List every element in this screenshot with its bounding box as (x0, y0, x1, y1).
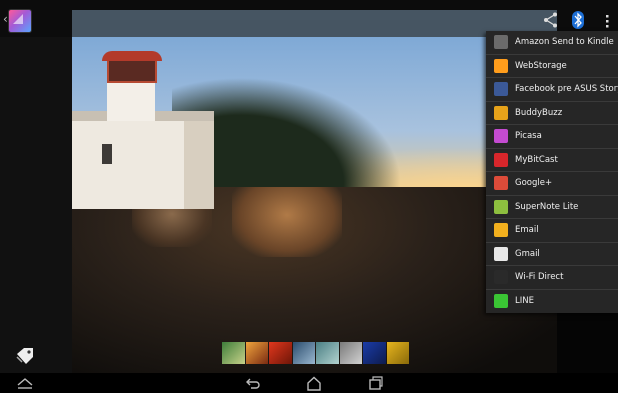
share-menu-item-label: Facebook pre ASUS Story (515, 84, 618, 95)
share-menu-item[interactable]: Gmail (486, 243, 618, 266)
back-icon[interactable] (245, 376, 261, 390)
gallery-app-icon[interactable] (9, 10, 31, 32)
lighthouse-cap (102, 51, 162, 61)
expand-up-icon[interactable] (16, 376, 34, 390)
google-plus-icon (494, 176, 508, 191)
picasa-icon (494, 129, 508, 144)
gmail-icon (494, 246, 508, 261)
email-icon (494, 223, 508, 238)
chevron-left-icon[interactable]: ‹ (3, 12, 8, 26)
line-icon (494, 294, 508, 309)
rock-lit (232, 187, 342, 257)
lighthouse-tower (107, 79, 155, 121)
mybitcast-icon (494, 152, 508, 167)
webstorage-icon (494, 58, 508, 73)
share-menu-item-label: Email (515, 225, 539, 236)
share-menu-item[interactable]: Google+ (486, 172, 618, 196)
share-menu-item[interactable]: BuddyBuzz (486, 102, 618, 125)
lighthouse-door (102, 144, 112, 164)
share-menu-item[interactable]: WebStorage (486, 55, 618, 78)
wifi-direct-icon (494, 270, 508, 285)
main-photo[interactable] (72, 37, 557, 373)
thumbnail[interactable] (339, 342, 362, 364)
lighthouse-building (72, 119, 214, 209)
overflow-menu-icon[interactable] (600, 11, 614, 31)
thumbnail[interactable] (386, 342, 409, 364)
share-menu-item-label: Google+ (515, 178, 553, 189)
buddybuzz-icon (494, 105, 508, 120)
share-menu-item[interactable]: Email (486, 219, 618, 243)
thumbnail[interactable] (363, 342, 386, 364)
kindle-icon (494, 35, 508, 50)
supernote-icon (494, 199, 508, 214)
share-menu-item-label: Amazon Send to Kindle (515, 37, 614, 48)
bluetooth-icon[interactable] (570, 10, 586, 30)
share-menu-item[interactable]: Amazon Send to Kindle (486, 31, 618, 55)
share-menu-item[interactable]: MyBitCast (486, 149, 618, 172)
left-panel (0, 37, 72, 373)
share-menu-item[interactable]: SuperNote Lite (486, 196, 618, 219)
share-menu-item-label: Gmail (515, 248, 540, 259)
share-menu-item[interactable]: Facebook pre ASUS Story (486, 78, 618, 102)
thumbnail[interactable] (222, 342, 245, 364)
share-menu-item-label: LINE (515, 296, 534, 307)
share-menu-item[interactable]: Wi-Fi Direct (486, 266, 618, 290)
lighthouse (72, 49, 222, 229)
home-icon[interactable] (306, 376, 322, 391)
share-menu-item-label: BuddyBuzz (515, 107, 563, 118)
share-icon[interactable] (542, 11, 560, 29)
tag-icon[interactable] (14, 345, 36, 367)
recent-apps-icon[interactable] (368, 376, 384, 390)
photo-top-strip (72, 10, 557, 37)
thumbnail[interactable] (245, 342, 268, 364)
asus-story-icon (494, 82, 508, 97)
share-menu-item[interactable]: Picasa (486, 125, 618, 149)
thumbnail[interactable] (269, 342, 292, 364)
share-menu-item-label: Wi-Fi Direct (515, 272, 564, 283)
thumbnail[interactable] (316, 342, 339, 364)
share-menu-item[interactable]: LINE (486, 290, 618, 314)
share-menu-item-label: Picasa (515, 131, 542, 142)
share-menu-item-label: SuperNote Lite (515, 201, 579, 212)
thumbnail[interactable] (292, 342, 315, 364)
thumbnail-strip (222, 342, 410, 364)
share-menu-item-label: MyBitCast (515, 154, 558, 165)
share-menu-item-label: WebStorage (515, 60, 567, 71)
share-menu: Amazon Send to Kindle WebStorage Facebook … (486, 31, 618, 313)
system-nav-bar (0, 373, 618, 393)
lighthouse-lantern (107, 59, 157, 83)
